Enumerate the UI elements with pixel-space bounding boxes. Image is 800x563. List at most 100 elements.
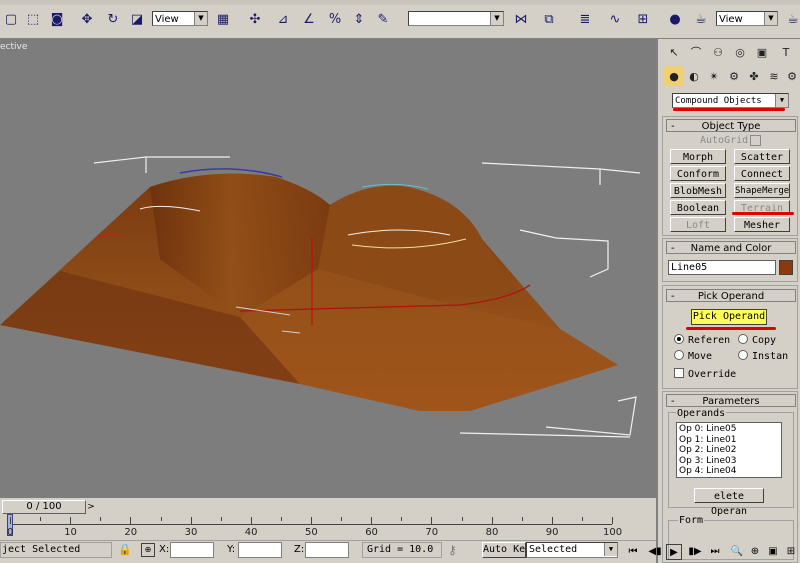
geometry-category-icon[interactable]: ● xyxy=(664,66,684,86)
name-color-header[interactable]: - Name and Color xyxy=(666,241,796,254)
scale-icon[interactable]: ◪ xyxy=(126,7,148,31)
spinner-snap-icon[interactable]: ⇕ xyxy=(348,7,370,31)
parameters-header[interactable]: - Parameters xyxy=(666,394,796,407)
lock-icon[interactable]: 🔒 xyxy=(118,543,132,556)
modify-tab-icon[interactable]: ⌒ xyxy=(686,42,706,62)
key-filter-dropdown[interactable]: Selected ▼ xyxy=(526,542,618,558)
schematic-view-icon[interactable]: ⊞ xyxy=(632,7,654,31)
grid-status: Grid = 10.0 xyxy=(362,542,442,558)
form-label: Form xyxy=(678,515,705,526)
override-checkbox[interactable]: Override xyxy=(674,368,736,381)
curve-editor-icon[interactable]: ∿ xyxy=(604,7,626,31)
material-editor-icon[interactable]: ● xyxy=(664,7,686,31)
chevron-down-icon: ▼ xyxy=(604,543,617,556)
render-type-dropdown[interactable]: View ▼ xyxy=(716,11,778,26)
mesher-button[interactable]: Mesher xyxy=(734,217,790,232)
window-crossing-icon[interactable]: ⬚ xyxy=(22,7,44,31)
annotation-underline xyxy=(686,327,776,330)
lights-category-icon[interactable]: ✴ xyxy=(704,66,724,86)
x-coordinate-field[interactable] xyxy=(170,542,214,558)
pick-operand-header[interactable]: - Pick Operand xyxy=(666,289,796,302)
object-name-input[interactable]: Line05 xyxy=(668,260,776,275)
motion-tab-icon[interactable]: ◎ xyxy=(730,42,750,62)
key-icon[interactable]: ⚷ xyxy=(448,543,476,559)
parameters-title: Parameters xyxy=(702,396,760,407)
selection-status: ject Selected xyxy=(0,542,112,558)
list-item[interactable]: Op 0: Line05 xyxy=(679,424,779,435)
move-radio[interactable]: Move xyxy=(674,350,712,363)
instance-radio[interactable]: Instan xyxy=(738,350,788,363)
category-dropdown[interactable]: Compound Objects ▼ xyxy=(672,93,789,108)
zoom-extents-icon[interactable]: ▣ xyxy=(766,544,780,558)
reference-coord-dropdown[interactable]: View ▼ xyxy=(152,11,208,26)
prev-frame-icon[interactable]: ◀▮ xyxy=(648,544,662,558)
snap-icon[interactable]: ⊿ xyxy=(272,7,294,31)
zoom-icon[interactable]: 🔍 xyxy=(730,544,744,558)
goto-end-icon[interactable]: ⏭ xyxy=(708,544,722,558)
auto-key-button[interactable]: Auto Key xyxy=(482,542,526,558)
rotate-icon[interactable]: ↻ xyxy=(102,7,124,31)
object-color-swatch[interactable] xyxy=(779,260,793,275)
operands-list[interactable]: Op 0: Line05 Op 1: Line01 Op 2: Line02 O… xyxy=(676,422,782,478)
cameras-category-icon[interactable]: ⚙ xyxy=(724,66,744,86)
named-selection-dropdown[interactable]: ▼ xyxy=(408,11,504,26)
hierarchy-tab-icon[interactable]: ⚇ xyxy=(708,42,728,62)
conform-button[interactable]: Conform xyxy=(670,166,726,181)
reference-radio[interactable]: Referen xyxy=(674,334,730,347)
align-icon[interactable]: ⧉ xyxy=(538,7,560,31)
systems-category-icon[interactable]: ⚙ xyxy=(782,66,800,86)
blobmesh-button[interactable]: BlobMesh xyxy=(670,183,726,198)
absolute-mode-icon[interactable]: ⊕ xyxy=(141,543,155,557)
morph-button[interactable]: Morph xyxy=(670,149,726,164)
y-coordinate-field[interactable] xyxy=(238,542,282,558)
chevron-down-icon: ▼ xyxy=(775,94,788,107)
edit-named-selection-icon[interactable]: ✎ xyxy=(372,7,394,31)
object-type-header[interactable]: - Object Type xyxy=(666,119,796,132)
display-tab-icon[interactable]: ▣ xyxy=(752,42,772,62)
manipulate-icon[interactable]: ✣ xyxy=(244,7,266,31)
goto-start-icon[interactable]: ⏮ xyxy=(626,544,640,558)
next-frame-icon[interactable]: ▮▶ xyxy=(688,544,702,558)
zoom-extents-all-icon[interactable]: ⊞ xyxy=(784,544,798,558)
shapes-category-icon[interactable]: ◐ xyxy=(684,66,704,86)
select-region-icon[interactable]: ▢ xyxy=(0,7,22,31)
render-scene-icon[interactable]: ☕ xyxy=(690,7,712,31)
scatter-button[interactable]: Scatter xyxy=(734,149,790,164)
angle-snap-icon[interactable]: ∠ xyxy=(298,7,320,31)
helpers-category-icon[interactable]: ✤ xyxy=(744,66,764,86)
loft-button[interactable]: Loft xyxy=(670,217,726,232)
move-icon[interactable]: ✥ xyxy=(76,7,98,31)
select-by-name-icon[interactable]: ◙ xyxy=(46,7,68,31)
pick-operand-button[interactable]: Pick Operand xyxy=(691,309,767,325)
x-label: X: xyxy=(159,544,170,555)
autogrid-checkbox[interactable] xyxy=(750,135,761,146)
boolean-button[interactable]: Boolean xyxy=(670,200,726,215)
spacewarps-category-icon[interactable]: ≋ xyxy=(764,66,784,86)
delete-operand-button[interactable]: elete Operan xyxy=(694,488,764,517)
terrain-scene xyxy=(0,156,641,438)
layer-manager-icon[interactable]: ≣ xyxy=(574,7,596,31)
zoom-all-icon[interactable]: ⊕ xyxy=(748,544,762,558)
z-coordinate-field[interactable] xyxy=(305,542,349,558)
pivot-icon[interactable]: ▦ xyxy=(212,7,234,31)
create-tab-icon[interactable]: ↖ xyxy=(664,42,684,62)
play-icon[interactable]: ▶ xyxy=(666,544,682,560)
timeline-tick xyxy=(401,517,403,521)
mirror-icon[interactable]: ⋈ xyxy=(510,7,532,31)
timeline-tick xyxy=(40,517,42,521)
z-label: Z: xyxy=(294,544,305,555)
quick-render-icon[interactable]: ☕ xyxy=(782,7,800,31)
time-slider[interactable]: 0 / 100 xyxy=(2,500,86,514)
list-item[interactable]: Op 1: Line01 xyxy=(679,435,779,446)
shapemerge-button[interactable]: ShapeMerge xyxy=(734,183,790,198)
time-slider-next-icon[interactable]: > xyxy=(86,500,96,514)
timeline-tick xyxy=(250,517,252,524)
utilities-tab-icon[interactable]: T xyxy=(776,42,796,62)
percent-snap-icon[interactable]: % xyxy=(324,7,346,31)
list-item[interactable]: Op 3: Line03 xyxy=(679,456,779,467)
copy-radio[interactable]: Copy xyxy=(738,334,776,347)
list-item[interactable]: Op 2: Line02 xyxy=(679,445,779,456)
list-item[interactable]: Op 4: Line04 xyxy=(679,466,779,477)
perspective-viewport[interactable]: ective xyxy=(0,39,656,498)
connect-button[interactable]: Connect xyxy=(734,166,790,181)
